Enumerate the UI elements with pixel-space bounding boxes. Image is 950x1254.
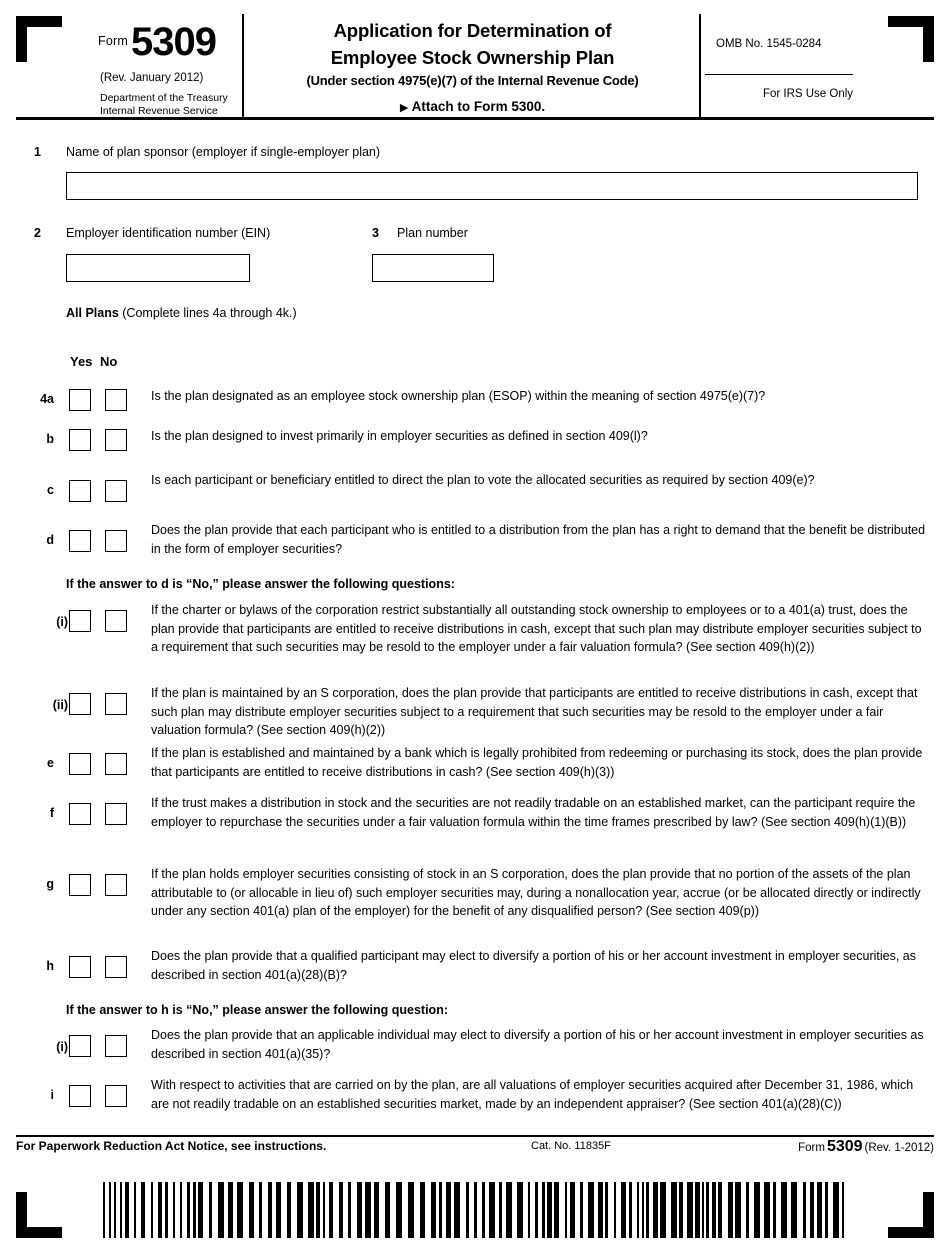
plan-sponsor-name-input[interactable]: [66, 172, 918, 200]
checkbox-c-yes[interactable]: [69, 480, 91, 502]
checkbox-column-headers: Yes No: [70, 354, 117, 369]
plan-number-input[interactable]: [372, 254, 494, 282]
right-arrow-icon: ▶: [399, 102, 409, 114]
footer-form-word: Form: [798, 1142, 825, 1154]
question-label-e: e: [47, 756, 54, 770]
all-plans-rest: (Complete lines 4a through 4k.): [118, 306, 297, 320]
form-number: 5309: [130, 20, 217, 64]
question-text-b: Is the plan designed to invest primarily…: [151, 429, 648, 443]
form-identifier: Form5309: [98, 20, 217, 65]
checkbox-h-i-yes[interactable]: [69, 1035, 91, 1057]
question-text-i: With respect to activities that are carr…: [151, 1078, 914, 1111]
question-text-d-ii: If the plan is maintained by an S corpor…: [151, 686, 918, 737]
checkbox-d-no[interactable]: [105, 530, 127, 552]
checkbox-e-yes[interactable]: [69, 753, 91, 775]
question-label-c: c: [47, 483, 54, 497]
department-line-2: Internal Revenue Service: [100, 104, 218, 117]
checkbox-i-yes[interactable]: [69, 1085, 91, 1107]
checkbox-b-no[interactable]: [105, 429, 127, 451]
checkbox-h-yes[interactable]: [69, 956, 91, 978]
question-text-c: Is each participant or beneficiary entit…: [151, 473, 815, 487]
attach-instruction-text: Attach to Form 5300.: [411, 99, 546, 114]
line-3-label: Plan number: [397, 226, 468, 240]
checkbox-i-no[interactable]: [105, 1085, 127, 1107]
line-3-number: 3: [372, 226, 379, 240]
footer-form-revision: (Rev. 1-2012): [864, 1142, 934, 1154]
question-text-d-i: If the charter or bylaws of the corporat…: [151, 603, 922, 654]
revision-date: (Rev. January 2012): [100, 72, 204, 84]
ein-input[interactable]: [66, 254, 250, 282]
checkbox-d-i-no[interactable]: [105, 610, 127, 632]
footer-divider: [16, 1135, 934, 1137]
question-label-d-ii: (ii): [52, 698, 68, 712]
line-1-label: Name of plan sponsor (employer if single…: [66, 145, 381, 159]
checkbox-f-yes[interactable]: [69, 803, 91, 825]
attach-instruction: ▶ Attach to Form 5300.: [246, 99, 699, 114]
checkbox-f-no[interactable]: [105, 803, 127, 825]
paperwork-notice: For Paperwork Reduction Act Notice, see …: [16, 1139, 327, 1153]
question-text-g: If the plan holds employer securities co…: [151, 867, 921, 918]
subheading-after-h: If the answer to h is “No,” please answe…: [66, 1003, 448, 1017]
omb-divider: [705, 74, 853, 75]
checkbox-d-yes[interactable]: [69, 530, 91, 552]
question-label-b: b: [46, 432, 54, 446]
question-label-4a: 4a: [40, 392, 54, 406]
checkbox-d-ii-no[interactable]: [105, 693, 127, 715]
line-2-label: Employer identification number (EIN): [66, 226, 271, 240]
all-plans-bold: All Plans: [66, 306, 119, 320]
checkbox-g-no[interactable]: [105, 874, 127, 896]
irs-use-only-label: For IRS Use Only: [762, 88, 854, 100]
question-label-d-i: (i): [56, 615, 68, 629]
checkbox-h-i-no[interactable]: [105, 1035, 127, 1057]
header-omb-cell: OMB No. 1545-0284 For IRS Use Only: [703, 14, 934, 117]
form-page: Form5309 (Rev. January 2012) Department …: [0, 0, 950, 1254]
question-text-h: Does the plan provide that a qualified p…: [151, 949, 916, 982]
form-barcode: [103, 1182, 849, 1238]
question-label-h: h: [46, 959, 54, 973]
form-word-label: Form: [98, 34, 128, 48]
corner-mark-bottom-left-icon: [16, 1192, 62, 1238]
form-title-line-1: Application for Determination of: [333, 20, 612, 41]
header-left-cell: Form5309 (Rev. January 2012) Department …: [16, 14, 244, 117]
catalog-number: Cat. No. 11835F: [531, 1140, 611, 1152]
question-text-h-i: Does the plan provide that an applicable…: [151, 1028, 924, 1061]
question-text-f: If the trust makes a distribution in sto…: [151, 796, 916, 829]
header-title-cell: Application for Determination of Employe…: [246, 14, 701, 117]
footer-form-number: 5309: [826, 1138, 863, 1155]
yes-column-label: Yes: [70, 354, 93, 369]
department-block: Department of the Treasury Internal Reve…: [100, 92, 228, 117]
omb-number: OMB No. 1545-0284: [716, 38, 822, 50]
question-label-f: f: [49, 806, 54, 820]
question-label-g: g: [46, 877, 54, 891]
checkbox-c-no[interactable]: [105, 480, 127, 502]
question-text-4a: Is the plan designated as an employee st…: [151, 389, 766, 403]
checkbox-b-yes[interactable]: [69, 429, 91, 451]
checkbox-g-yes[interactable]: [69, 874, 91, 896]
line-1-number: 1: [34, 145, 41, 159]
form-subtitle: (Under section 4975(e)(7) of the Interna…: [306, 73, 639, 88]
checkbox-d-i-yes[interactable]: [69, 610, 91, 632]
checkbox-4a-no[interactable]: [105, 389, 127, 411]
checkbox-d-ii-yes[interactable]: [69, 693, 91, 715]
question-label-i: i: [50, 1088, 54, 1102]
footer-form-identifier: Form 5309 (Rev. 1-2012): [798, 1138, 934, 1156]
department-line-1: Department of the Treasury: [100, 92, 228, 104]
question-text-d: Does the plan provide that each particip…: [151, 523, 926, 556]
corner-mark-bottom-right-icon: [888, 1192, 934, 1238]
no-column-label: No: [100, 354, 118, 369]
question-label-d: d: [46, 533, 54, 547]
question-label-h-i: (i): [56, 1040, 68, 1054]
checkbox-4a-yes[interactable]: [69, 389, 91, 411]
question-text-e: If the plan is established and maintaine…: [151, 746, 923, 779]
line-2-number: 2: [34, 226, 41, 240]
checkbox-e-no[interactable]: [105, 753, 127, 775]
all-plans-instruction: All Plans (Complete lines 4a through 4k.…: [66, 306, 297, 320]
form-header: Form5309 (Rev. January 2012) Department …: [16, 14, 934, 120]
form-title-line-2: Employee Stock Ownership Plan: [330, 47, 615, 68]
checkbox-h-no[interactable]: [105, 956, 127, 978]
subheading-after-d: If the answer to d is “No,” please answe…: [66, 577, 455, 591]
